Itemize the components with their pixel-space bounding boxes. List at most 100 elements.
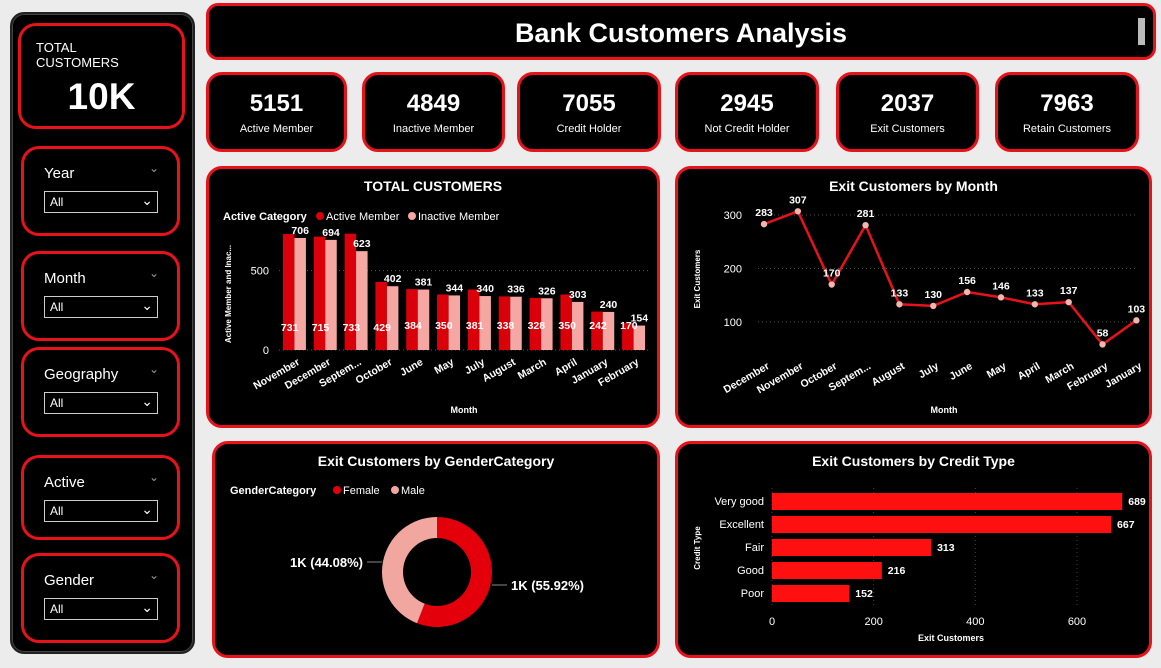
data-label: 58 (1097, 327, 1109, 339)
slicer-gender: Gender ⌄ All ⌄ (21, 553, 180, 643)
y-axis-label: Exit Customers (693, 249, 702, 308)
data-point (963, 288, 971, 296)
data-label-inactive: 344 (446, 282, 464, 294)
kpi-value: 5151 (249, 90, 304, 117)
data-point (997, 294, 1005, 301)
dropdown-arrow-icon: ⌄ (141, 393, 153, 409)
data-label-inactive: 623 (353, 238, 371, 250)
data-label-inactive: 381 (415, 277, 433, 289)
kpi-value: 7963 (1040, 90, 1094, 117)
bar (772, 516, 1112, 533)
dropdown-arrow-icon: ⌄ (141, 297, 153, 313)
data-label-active: 381 (466, 320, 484, 332)
y-tick-label: 0 (263, 345, 269, 357)
data-label-active: 715 (312, 322, 330, 334)
y-tick-label: Good (737, 565, 764, 577)
slicer-gender-value: All (50, 602, 64, 616)
kpi-value: 7055 (562, 90, 616, 117)
data-label-inactive: 303 (569, 289, 587, 301)
data-point (930, 302, 937, 310)
slicer-month-dropdown[interactable]: All ⌄ (44, 296, 158, 318)
data-label-inactive: 326 (538, 285, 556, 297)
data-label-active: 328 (528, 320, 546, 332)
y-axis-label: Active Member and Inac... (224, 245, 233, 343)
scrollbar-thumb[interactable] (1138, 18, 1145, 45)
chevron-down-icon[interactable]: ⌄ (149, 568, 159, 582)
data-label-active: 733 (343, 322, 361, 334)
slicer-year-dropdown[interactable]: All ⌄ (44, 191, 158, 213)
dropdown-arrow-icon: ⌄ (141, 192, 153, 208)
x-tick-label: May (985, 360, 1009, 381)
bar-inactive-member (386, 286, 399, 350)
slicer-active-title: Active (44, 474, 85, 491)
kpi-value: 4849 (406, 90, 461, 117)
slicer-year: Year ⌄ All ⌄ (21, 146, 180, 236)
kpi-exit-customers: 2037 Exit Customers (836, 72, 979, 152)
data-label: 667 (1117, 519, 1135, 531)
chevron-down-icon[interactable]: ⌄ (149, 161, 159, 175)
slicer-active: Active ⌄ All ⌄ (21, 455, 180, 540)
x-tick-label: May (432, 356, 456, 377)
x-tick-label: August (480, 356, 518, 385)
slicer-gender-dropdown[interactable]: All ⌄ (44, 598, 158, 620)
data-label: 156 (958, 275, 976, 287)
y-tick-label: 300 (724, 210, 742, 222)
legend-title: Active Category (223, 211, 308, 223)
legend-label: Male (401, 485, 425, 497)
data-point (1065, 298, 1072, 306)
data-label-active: 170 (620, 320, 638, 332)
data-label-active: 242 (589, 320, 607, 332)
data-point (794, 208, 802, 215)
legend-label: Active Member (326, 211, 400, 223)
data-label: 103 (1128, 303, 1146, 315)
data-label-inactive: 240 (600, 299, 618, 311)
data-label-inactive: 694 (322, 227, 340, 239)
x-tick-label: April (1016, 360, 1043, 382)
total-customers-chart: TOTAL CUSTOMERS Active Category Active Me… (206, 166, 660, 428)
legend-marker-female (333, 486, 341, 494)
y-tick-label: 500 (251, 266, 269, 278)
total-customers-plot: Active Category Active Member Inactive Mem… (223, 211, 649, 415)
data-label-active: 384 (404, 320, 422, 332)
legend-label: Inactive Member (418, 211, 500, 223)
bar (772, 539, 932, 556)
data-point (896, 301, 903, 308)
data-label: 137 (1060, 285, 1078, 297)
total-customers-card: TOTAL CUSTOMERS 10K (18, 23, 185, 129)
slicer-active-dropdown[interactable]: All ⌄ (44, 500, 158, 522)
data-label: 307 (789, 194, 807, 206)
exit-by-gender-chart: Exit Customers by GenderCategory GenderC… (212, 441, 660, 658)
slicer-year-title: Year (44, 165, 75, 182)
slicer-geography-dropdown[interactable]: All ⌄ (44, 392, 158, 414)
y-tick-label: Fair (745, 542, 764, 554)
exit-by-month-chart: Exit Customers by Month Exit Customers 10… (675, 166, 1152, 428)
chevron-down-icon[interactable]: ⌄ (149, 362, 159, 376)
legend-marker-male (391, 486, 399, 494)
y-tick-label: Very good (714, 496, 764, 508)
x-tick-label: 200 (864, 616, 882, 628)
data-label-male: 1K (44.08%) (290, 555, 363, 570)
kpi-retain-customers: 7963 Retain Customers (995, 72, 1139, 152)
bar (772, 493, 1123, 510)
data-label-inactive: 402 (384, 273, 402, 285)
slicer-geography-value: All (50, 396, 64, 410)
data-label-inactive: 336 (507, 284, 525, 296)
y-tick-label: Poor (741, 588, 765, 600)
y-tick-label: 100 (724, 317, 742, 329)
bar (772, 562, 882, 579)
slicer-month-title: Month (44, 270, 86, 287)
filter-sidebar: TOTAL CUSTOMERS 10K Year ⌄ All ⌄ Month ⌄… (10, 12, 195, 654)
chevron-down-icon[interactable]: ⌄ (149, 470, 159, 484)
data-label-inactive: 706 (291, 225, 309, 237)
x-axis-label: Exit Customers (918, 633, 984, 643)
series-line (763, 209, 1138, 347)
exit-by-credit-type-chart: Exit Customers by Credit Type Credit Typ… (675, 441, 1152, 658)
total-customers-value: 10K (67, 76, 136, 117)
data-label: 133 (1026, 287, 1044, 299)
data-label: 313 (937, 542, 955, 554)
x-tick-label: 0 (769, 616, 775, 628)
kpi-value: 2945 (720, 90, 774, 117)
data-label: 152 (855, 588, 873, 600)
chevron-down-icon[interactable]: ⌄ (149, 266, 159, 280)
kpi-value: 2037 (880, 90, 935, 117)
